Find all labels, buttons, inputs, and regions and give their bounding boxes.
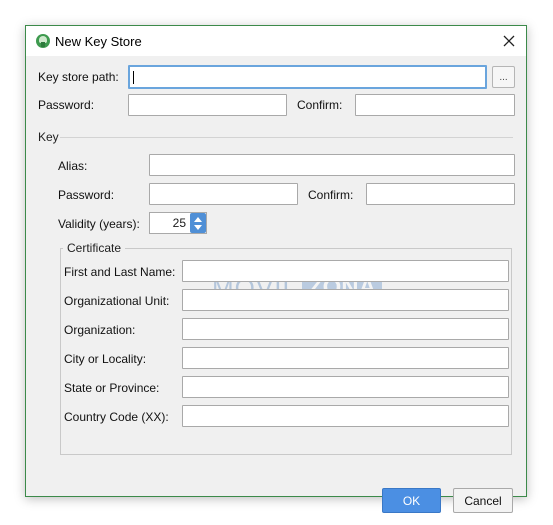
android-studio-icon [36,34,50,48]
city-locality-input[interactable] [182,347,509,369]
key-confirm-label: Confirm: [308,188,354,202]
organization-label: Organization: [64,323,136,337]
country-code-label: Country Code (XX): [64,410,169,424]
first-last-name-input[interactable] [182,260,509,282]
ok-button[interactable]: OK [382,488,441,513]
keystore-password-input[interactable] [128,94,287,116]
keystore-confirm-input[interactable] [355,94,515,116]
state-province-input[interactable] [182,376,509,398]
key-section-label: Key [38,130,59,144]
key-section-divider [60,137,513,138]
keystore-confirm-label: Confirm: [297,98,343,112]
key-store-path-label: Key store path: [38,70,119,84]
cancel-button[interactable]: Cancel [453,488,513,513]
validity-spinner-arrows [190,213,206,233]
dialog-content: Key store path: ... Password: Confirm: K… [26,56,526,513]
title-bar[interactable]: New Key Store [26,26,526,56]
key-store-path-input[interactable] [128,65,487,89]
state-province-label: State or Province: [64,381,160,395]
dialog-title: New Key Store [55,34,142,49]
organization-input[interactable] [182,318,509,340]
new-key-store-dialog: New Key Store Key store path: ... Passwo… [25,25,527,513]
city-locality-label: City or Locality: [64,352,147,366]
alias-input[interactable] [149,154,515,176]
organizational-unit-input[interactable] [182,289,509,311]
organizational-unit-label: Organizational Unit: [64,294,170,308]
alias-label: Alias: [58,159,88,173]
certificate-legend: Certificate [63,241,126,255]
browse-button[interactable]: ... [492,66,515,88]
text-caret [133,71,134,84]
key-confirm-input[interactable] [366,183,515,205]
first-last-name-label: First and Last Name: [64,265,176,279]
country-code-input[interactable] [182,405,509,427]
close-button[interactable] [492,26,526,56]
validity-label: Validity (years): [58,217,140,231]
keystore-password-label: Password: [38,98,95,112]
close-icon [503,35,515,47]
spin-up-icon[interactable] [194,216,202,222]
key-password-label: Password: [58,188,115,202]
key-password-input[interactable] [149,183,298,205]
spin-down-icon[interactable] [194,224,202,230]
